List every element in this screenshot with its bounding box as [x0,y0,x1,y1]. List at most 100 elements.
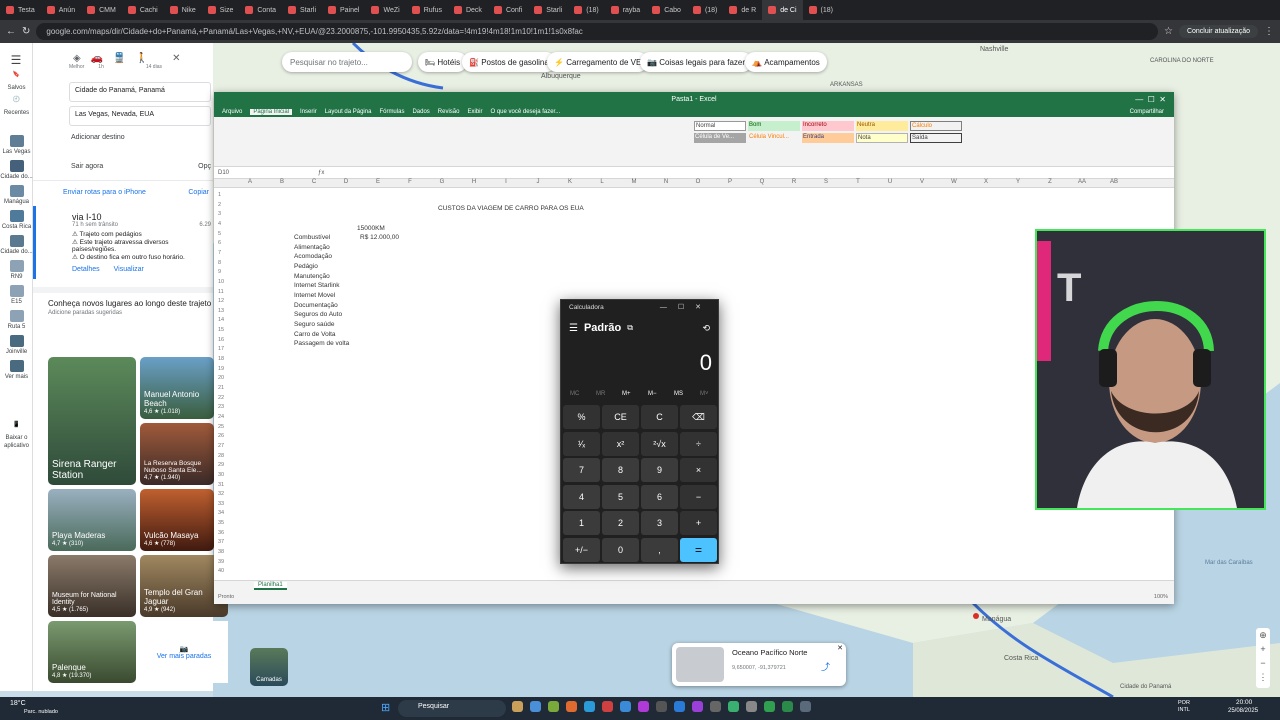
taskbar-app-icon[interactable] [782,701,793,712]
style-linked[interactable]: Célula Vincul... [748,133,800,143]
row-header[interactable]: 1 [218,192,221,198]
browser-tab[interactable]: Cachi [122,0,164,20]
calc-key[interactable]: 9 [641,458,678,482]
taskbar-app-icon[interactable] [620,701,631,712]
browser-tab[interactable]: Size [202,0,240,20]
cost-item-cell[interactable]: Documentação [294,302,338,309]
taskbar-app-icon[interactable] [548,701,559,712]
cost-item-cell[interactable]: Seguro saúde [294,321,334,328]
reload-icon[interactable]: ↻ [22,26,30,37]
column-header[interactable]: G [426,179,458,185]
sheet-tab[interactable]: Planilha1 [254,582,287,590]
column-header[interactable]: R [778,179,810,185]
cost-item-cell[interactable]: Combustível [294,234,330,241]
star-icon[interactable]: ☆ [1164,26,1173,37]
calc-key[interactable]: + [680,511,717,535]
row-header[interactable]: 3 [218,211,221,217]
column-header[interactable]: W [938,179,970,185]
share-button[interactable]: Compartilhar [1130,109,1164,115]
browser-tab[interactable]: Rufus [406,0,448,20]
browser-tab[interactable]: (18) [803,0,839,20]
row-header[interactable]: 15 [218,327,224,333]
calc-key[interactable]: ¹⁄ₓ [563,431,600,456]
name-box[interactable]: D10 [218,170,278,176]
car-mode-icon[interactable]: 🚗 [91,53,103,64]
row-header[interactable]: 19 [218,366,224,372]
row-header[interactable]: 2 [218,202,221,208]
row-header[interactable]: 16 [218,337,224,343]
calc-key[interactable]: ÷ [680,431,717,456]
hamburger-icon[interactable]: ☰ [0,53,32,67]
row-header[interactable]: 18 [218,356,224,362]
column-header[interactable]: K [554,179,586,185]
row-header[interactable]: 17 [218,346,224,352]
calc-key[interactable]: 5 [602,484,639,509]
nav-costa-rica[interactable]: Costa Rica [0,210,33,231]
browser-tab[interactable]: Cabo [646,0,687,20]
browser-tab[interactable]: WeZi [365,0,405,20]
language-indicator[interactable]: POR INTL [1178,700,1194,714]
calc-key[interactable]: , [641,537,678,562]
column-header[interactable]: N [650,179,682,185]
send-to-phone-link[interactable]: Enviar rotas para o iPhone [63,189,146,196]
column-header[interactable]: U [874,179,906,185]
style-check[interactable]: Célula de Ve... [694,133,746,143]
tab-formulas[interactable]: Fórmulas [379,109,404,115]
nav-ruta5[interactable]: Ruta 5 [0,310,33,331]
history-icon[interactable]: ⟲ [702,323,710,334]
calc-key[interactable]: 3 [641,511,678,535]
taskbar-app-icon[interactable] [746,701,757,712]
chip-ev[interactable]: ⚡ Carregamento de VE [547,52,649,72]
row-header[interactable]: 8 [218,260,221,266]
taskbar-app-icon[interactable] [512,701,523,712]
row-header[interactable]: 26 [218,433,224,439]
options-button[interactable]: Opç [198,163,211,170]
style-normal[interactable]: Normal [694,121,746,131]
column-header[interactable]: S [810,179,842,185]
windows-start-icon[interactable]: ⊞ [381,701,390,714]
calc-key[interactable]: 7 [563,458,600,482]
place-card[interactable]: Palenque 4,8 ★ (19.370) [48,621,136,683]
row-header[interactable]: 12 [218,298,224,304]
browser-tab[interactable]: Painel [322,0,365,20]
row-header[interactable]: 23 [218,404,224,410]
calc-key[interactable]: 1 [563,511,600,535]
nav-las-vegas[interactable]: Las Vegas [0,135,33,156]
column-header[interactable]: AA [1066,179,1098,185]
route-option[interactable]: via I-10 71 h sem trânsito 6.29 ⚠ Trajet… [33,206,213,279]
tab-insert[interactable]: Inserir [300,109,317,115]
row-header[interactable]: 21 [218,385,224,391]
cost-item-cell[interactable]: Acomodação [294,253,332,260]
style-note[interactable]: Nota [856,133,908,143]
tab-data[interactable]: Dados [412,109,429,115]
column-header[interactable]: V [906,179,938,185]
share-icon[interactable]: ⤴ [821,660,830,673]
taskbar-app-icon[interactable] [728,701,739,712]
calc-key[interactable]: 4 [563,484,600,509]
row-header[interactable]: 13 [218,308,224,314]
taskbar-app-icon[interactable] [674,701,685,712]
nav-recent[interactable]: 🕘 Recentes [0,96,33,117]
nav-joinville[interactable]: Joinville [0,335,33,356]
column-header[interactable]: O [682,179,714,185]
memory-button[interactable]: M− [648,391,657,397]
column-header[interactable]: M [618,179,650,185]
calc-key[interactable]: % [563,405,600,429]
details-link[interactable]: Detalhes [72,266,100,273]
zoom-controls[interactable]: ⊕ + − ⋮ [1256,628,1270,688]
calc-key[interactable]: 6 [641,484,678,509]
best-mode-icon[interactable]: ◈ [73,53,81,64]
taskbar-app-icon[interactable] [764,701,775,712]
browser-tab[interactable]: de Ci [762,0,803,20]
close-icon[interactable]: ✕ [172,53,180,64]
calc-key[interactable]: 8 [602,458,639,482]
formula-input[interactable] [330,168,1174,177]
calc-key[interactable]: 0 [602,537,639,562]
menu-icon[interactable]: ⋮ [1264,26,1274,37]
style-output[interactable]: Saída [910,133,962,143]
tab-layout[interactable]: Layout da Página [325,109,372,115]
cost-item-cell[interactable]: Seguros do Auto [294,311,342,318]
column-header[interactable]: D [330,179,362,185]
nav-city[interactable]: Cidade do... [0,160,33,181]
row-header[interactable]: 30 [218,472,224,478]
